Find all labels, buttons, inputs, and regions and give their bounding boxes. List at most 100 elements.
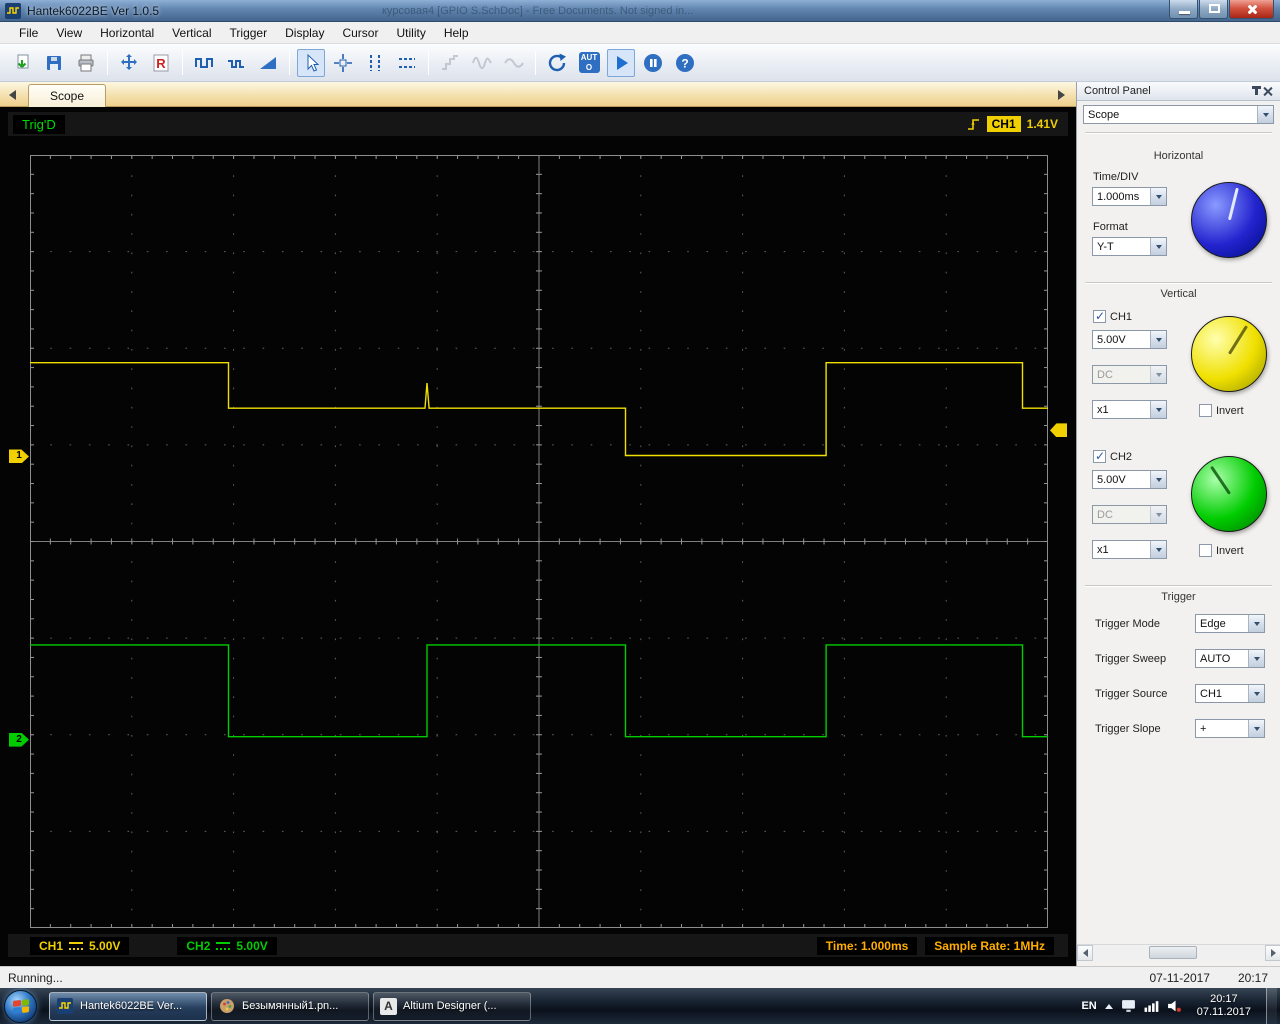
menu-view[interactable]: View	[47, 23, 91, 43]
save-button[interactable]	[40, 49, 68, 77]
help-button[interactable]: ?	[671, 49, 699, 77]
trigger-slope-select[interactable]: +	[1195, 719, 1265, 738]
ch1-zero-marker[interactable]: 1	[9, 449, 29, 464]
status-time: 20:17	[1237, 971, 1268, 985]
ch1-enable-checkbox[interactable]: CH1	[1093, 309, 1132, 323]
ch1-volts-select[interactable]: 5.00V	[1092, 330, 1167, 349]
close-button[interactable]	[1229, 0, 1274, 19]
panel-close-icon[interactable]	[1263, 86, 1274, 97]
menu-vertical[interactable]: Vertical	[163, 23, 220, 43]
ch1-position-knob[interactable]	[1191, 316, 1267, 392]
taskbar-clock[interactable]: 20:17 07.11.2017	[1197, 993, 1251, 1019]
taskbar-button-altium[interactable]: A Altium Designer (...	[373, 991, 531, 1021]
square-wave-button[interactable]	[190, 49, 218, 77]
sine-interpolation-icon	[472, 56, 492, 69]
menu-help[interactable]: Help	[435, 23, 478, 43]
step-interpolation-icon	[442, 54, 458, 70]
menu-horizontal[interactable]: Horizontal	[91, 23, 163, 43]
scroll-left-button[interactable]	[1077, 945, 1093, 961]
taskbar-button-hantek[interactable]: Hantek6022BE Ver...	[49, 991, 207, 1021]
tab-scroll-right-button[interactable]	[1053, 87, 1069, 103]
vertical-cursor-button[interactable]	[361, 49, 389, 77]
svg-text:?: ?	[681, 56, 688, 70]
system-tray: EN 20:17 07.11.2017	[1081, 988, 1280, 1024]
tab-scope[interactable]: Scope	[28, 84, 106, 107]
ch2-volts-select[interactable]: 5.00V	[1092, 470, 1167, 489]
menu-utility[interactable]: Utility	[387, 23, 434, 43]
show-desktop-button[interactable]	[1266, 988, 1277, 1024]
scrollbar-thumb[interactable]	[1149, 946, 1197, 959]
trigger-mode-select[interactable]: Edge	[1195, 614, 1265, 633]
ch2-status-badge: CH2 5.00V	[177, 936, 277, 955]
square-wave-icon	[195, 57, 213, 68]
dc-coupling-icon	[69, 941, 84, 950]
scope-display-area: Trig'D CH1 1.41V 1 2 CH1 5.00V CH2 5.00V…	[0, 107, 1076, 966]
keyboard-layout-indicator[interactable]: EN	[1081, 1000, 1096, 1012]
ch2-invert-checkbox[interactable]: Invert	[1199, 544, 1244, 557]
ch2-probe-select[interactable]: x1	[1092, 540, 1167, 559]
open-waveform-icon	[17, 54, 29, 68]
dual-square-wave-button[interactable]	[222, 49, 250, 77]
record-reference-button[interactable]: R	[147, 49, 175, 77]
ramp-wave-icon	[260, 56, 276, 69]
vertical-section-title: Vertical	[1160, 288, 1197, 300]
ramp-wave-button[interactable]	[254, 49, 282, 77]
panel-mode-select[interactable]: Scope	[1083, 105, 1274, 124]
refresh-button[interactable]	[543, 49, 571, 77]
format-select[interactable]: Y-T	[1092, 237, 1167, 256]
trigger-source-select[interactable]: CH1	[1195, 684, 1265, 703]
windows-taskbar: Hantek6022BE Ver... Безымянный1.pn... A …	[0, 988, 1280, 1024]
menu-trigger[interactable]: Trigger	[221, 23, 277, 43]
trigger-mode-label: Trigger Mode	[1095, 618, 1161, 630]
background-window-title: курсовая4 [GPIO S.SchDoc] - Free Documen…	[382, 5, 694, 17]
knob-pointer	[1227, 325, 1248, 355]
cursor-arrow-button[interactable]	[297, 48, 325, 77]
autoset-button[interactable]: AUTO	[575, 49, 603, 77]
paint-app-icon	[218, 997, 236, 1015]
cursor-arrow-icon	[307, 53, 320, 72]
panel-horizontal-scrollbar[interactable]	[1077, 944, 1280, 961]
measure-grid-button[interactable]	[329, 49, 357, 77]
chevron-down-icon	[1150, 401, 1166, 418]
pan-button[interactable]	[115, 49, 143, 77]
horizontal-position-knob[interactable]	[1191, 182, 1267, 258]
network-tray-icon[interactable]	[1144, 999, 1159, 1013]
format-label: Format	[1093, 221, 1128, 233]
hidden-icons-arrow-icon[interactable]	[1104, 1003, 1113, 1009]
print-button[interactable]	[72, 49, 100, 77]
checkbox-icon	[1093, 449, 1106, 463]
oscilloscope-grid	[30, 155, 1048, 928]
measure-grid-icon	[334, 53, 352, 72]
pin-icon[interactable]	[1252, 86, 1261, 95]
start-button[interactable]	[607, 48, 635, 77]
open-waveform-button[interactable]	[8, 49, 36, 77]
ch1-invert-checkbox[interactable]: Invert	[1199, 404, 1244, 417]
toolbar: R AUTO ?	[0, 44, 1280, 82]
checkbox-icon	[1199, 404, 1212, 417]
menu-display[interactable]: Display	[276, 23, 333, 43]
taskbar-button-image[interactable]: Безымянный1.pn...	[211, 991, 369, 1021]
start-button[interactable]	[4, 989, 37, 1023]
ch2-zero-marker[interactable]: 2	[9, 732, 29, 747]
menu-cursor[interactable]: Cursor	[333, 23, 387, 43]
menu-file[interactable]: File	[10, 23, 47, 43]
horizontal-cursor-button[interactable]	[393, 49, 421, 77]
refresh-icon	[548, 53, 566, 71]
ch2-enable-checkbox[interactable]: CH2	[1093, 449, 1132, 463]
horizontal-section-title: Horizontal	[1153, 150, 1204, 162]
pause-button[interactable]	[639, 49, 667, 77]
scroll-right-button[interactable]	[1265, 945, 1280, 961]
volume-tray-icon[interactable]	[1167, 999, 1182, 1013]
ch1-coupling-select: DC	[1092, 365, 1167, 384]
trigger-sweep-select[interactable]: AUTO	[1195, 649, 1265, 668]
tab-scroll-left-button[interactable]	[4, 87, 20, 103]
timediv-select[interactable]: 1.000ms	[1092, 187, 1167, 206]
tab-label: Scope	[49, 89, 85, 103]
minimize-button[interactable]	[1169, 0, 1198, 19]
ch1-probe-select[interactable]: x1	[1092, 400, 1167, 419]
statusbar: Running... 07-11-2017 20:17	[0, 966, 1280, 988]
maximize-button[interactable]	[1199, 0, 1228, 19]
trigger-level-marker[interactable]	[1050, 423, 1067, 438]
monitor-tray-icon[interactable]	[1121, 999, 1136, 1013]
ch2-position-knob[interactable]	[1191, 456, 1267, 532]
